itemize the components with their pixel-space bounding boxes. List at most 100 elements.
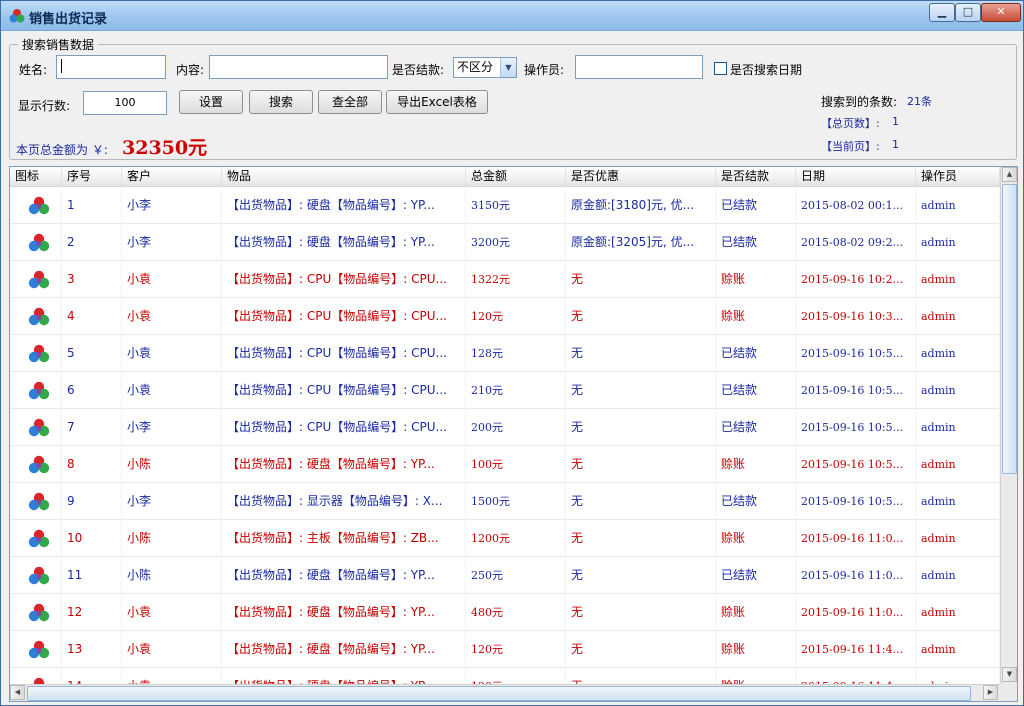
cell-amount: 120元 [466,631,566,668]
cell-amount: 3200元 [466,224,566,261]
close-button[interactable]: ✕ [981,3,1021,22]
chevron-down-icon[interactable]: ▼ [500,58,516,77]
cell-icon [10,187,62,224]
vertical-scroll-thumb[interactable] [1002,184,1017,474]
table-row[interactable]: 3 小袁 【出货物品】: CPU【物品编号】: CPU... 1322元无赊账 2015… [10,261,1000,298]
rows-label: 显示行数: [18,99,71,113]
table-row[interactable]: 10 小陈 【出货物品】: 主板【物品编号】: ZB... 1200元无赊账 2015-… [10,520,1000,557]
column-header-icon[interactable]: 图标 [10,167,62,187]
rows-input[interactable]: 100 [83,91,167,115]
column-header-discount[interactable]: 是否优惠 [566,167,716,187]
cell-settled: 已结款 [716,557,796,594]
cell-operator: admin [916,557,1000,594]
cell-icon [10,594,62,631]
cell-item: 【出货物品】: 硬盘【物品编号】: YP... [222,187,466,224]
search-button[interactable]: 搜索 [249,90,313,114]
column-header-customer[interactable]: 客户 [122,167,222,187]
cell-date: 2015-09-16 10:5... [796,446,916,483]
cell-date: 2015-09-16 10:5... [796,372,916,409]
cell-number: 1 [62,187,122,224]
maximize-button[interactable]: □ [955,3,981,22]
cell-customer: 小李 [122,224,222,261]
cell-settled: 赊账 [716,668,796,684]
table-row[interactable]: 4 小袁 【出货物品】: CPU【物品编号】: CPU... 120元无赊账 2015-… [10,298,1000,335]
cell-number: 9 [62,483,122,520]
operator-label: 操作员: [524,63,565,77]
scroll-left-icon[interactable]: ◀ [10,685,25,700]
column-header-amount[interactable]: 总金额 [466,167,566,187]
cell-customer: 小李 [122,483,222,520]
cell-item: 【出货物品】: CPU【物品编号】: CPU... [222,261,466,298]
date-search-label[interactable]: 是否搜索日期 [730,61,802,78]
cell-settled: 赊账 [716,631,796,668]
table-row[interactable]: 13 小袁 【出货物品】: 硬盘【物品编号】: YP... 120元无赊账 2015-0… [10,631,1000,668]
cell-icon [10,557,62,594]
date-search-checkbox[interactable] [714,62,727,75]
table-row[interactable]: 9 小李 【出货物品】: 显示器【物品编号】: X... 1500元无已结款 2015-… [10,483,1000,520]
cell-amount: 200元 [466,409,566,446]
cell-customer: 小袁 [122,594,222,631]
cell-discount: 无 [566,409,716,446]
table-row[interactable]: 1 小李 【出货物品】: 硬盘【物品编号】: YP... 3150元 原金额:[3180… [10,187,1000,224]
title-bar[interactable]: 销售出货记录 ▁ □ ✕ [1,1,1023,31]
cell-item: 【出货物品】: CPU【物品编号】: CPU... [222,409,466,446]
cell-customer: 小陈 [122,557,222,594]
table-row[interactable]: 6 小袁 【出货物品】: CPU【物品编号】: CPU... 210元无已结款 2015… [10,372,1000,409]
cell-date: 2015-08-02 00:1... [796,187,916,224]
name-label: 姓名: [19,63,48,77]
table-row[interactable]: 8 小陈 【出货物品】: 硬盘【物品编号】: YP... 100元无赊账 2015-09… [10,446,1000,483]
ball-icon [28,270,50,289]
cell-icon [10,520,62,557]
table-row[interactable]: 7 小李 【出货物品】: CPU【物品编号】: CPU... 200元无已结款 2015… [10,409,1000,446]
scroll-up-icon[interactable]: ▲ [1002,167,1017,182]
cell-discount: 无 [566,594,716,631]
cell-date: 2015-09-16 10:5... [796,335,916,372]
window-title: 销售出货记录 [29,12,108,27]
cell-date: 2015-09-16 11:0... [796,557,916,594]
horizontal-scroll-thumb[interactable] [27,686,971,701]
settings-button[interactable]: 设置 [179,90,243,114]
cell-number: 7 [62,409,122,446]
settled-select[interactable]: 不区分 ▼ [453,57,517,78]
cell-date: 2015-09-16 11:4... [796,631,916,668]
table-row[interactable]: 11 小陈 【出货物品】: 硬盘【物品编号】: YP... 250元无已结款 2015-… [10,557,1000,594]
grid-header: 图标 序号 客户 物品 总金额 是否优惠 是否结款 日期 操作员 [10,167,1000,187]
export-excel-button[interactable]: 导出Excel表格 [386,90,488,114]
cell-item: 【出货物品】: CPU【物品编号】: CPU... [222,298,466,335]
cell-icon [10,668,62,684]
cell-number: 14 [62,668,122,684]
cell-customer: 小袁 [122,631,222,668]
column-header-date[interactable]: 日期 [796,167,916,187]
operator-input[interactable] [575,55,703,79]
table-row[interactable]: 12 小袁 【出货物品】: 硬盘【物品编号】: YP... 480元无赊账 2015-0… [10,594,1000,631]
cell-icon [10,631,62,668]
cell-discount: 无 [566,335,716,372]
total-pages-value: 1 [892,115,899,128]
ball-icon [28,492,50,511]
cell-number: 13 [62,631,122,668]
cell-discount: 原金额:[3180]元, 优... [566,187,716,224]
show-all-button[interactable]: 查全部 [318,90,382,114]
content-input[interactable] [209,55,388,79]
name-input[interactable] [56,55,166,79]
cell-number: 11 [62,557,122,594]
table-row[interactable]: 5 小袁 【出货物品】: CPU【物品编号】: CPU... 128元无已结款 2015… [10,335,1000,372]
vertical-scrollbar[interactable]: ▲ ▼ [1000,167,1017,684]
horizontal-scrollbar[interactable]: ◀ ▶ [10,684,1000,701]
scroll-right-icon[interactable]: ▶ [983,685,998,700]
column-header-settled[interactable]: 是否结款 [716,167,796,187]
cell-discount: 无 [566,668,716,684]
cell-number: 3 [62,261,122,298]
scroll-down-icon[interactable]: ▼ [1002,667,1017,682]
cell-item: 【出货物品】: 硬盘【物品编号】: YP... [222,224,466,261]
minimize-button[interactable]: ▁ [929,3,955,22]
column-header-operator[interactable]: 操作员 [916,167,1000,187]
column-header-number[interactable]: 序号 [62,167,122,187]
table-row[interactable]: 2 小李 【出货物品】: 硬盘【物品编号】: YP... 3200元 原金额:[3205… [10,224,1000,261]
cell-item: 【出货物品】: 显示器【物品编号】: X... [222,483,466,520]
cell-discount: 无 [566,446,716,483]
column-header-item[interactable]: 物品 [222,167,466,187]
table-row[interactable]: 14小袁【出货物品】: 硬盘【物品编号】: YP...120元无赊账2015-0… [10,668,1000,684]
cell-date: 2015-09-16 11:0... [796,520,916,557]
cell-number: 2 [62,224,122,261]
